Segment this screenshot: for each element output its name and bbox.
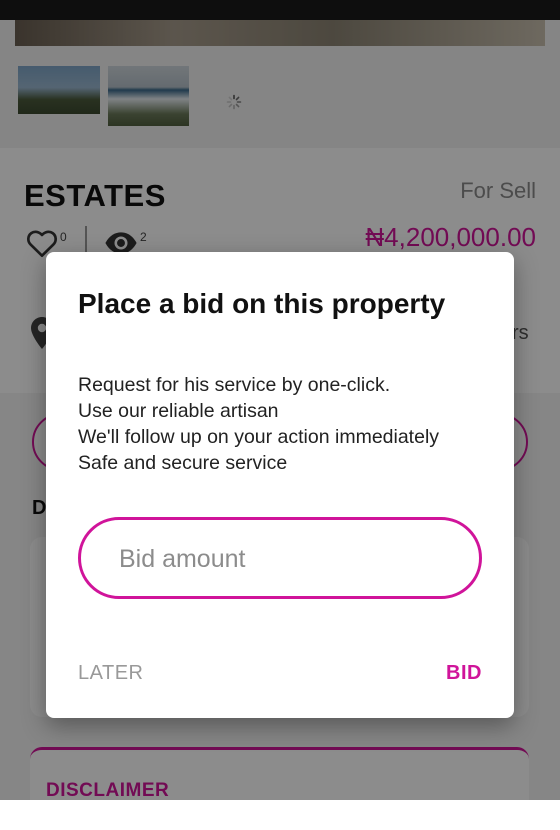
dialog-message: Request for his service by one-click. Us… xyxy=(78,372,439,476)
bid-dialog: Place a bid on this property Request for… xyxy=(46,252,514,718)
dialog-message-line: Request for his service by one-click. xyxy=(78,374,391,396)
dialog-title: Place a bid on this property xyxy=(78,288,446,319)
dialog-message-line: Safe and secure service xyxy=(78,452,288,474)
bid-amount-field[interactable] xyxy=(78,517,482,599)
bid-amount-input[interactable] xyxy=(117,520,451,598)
bid-button[interactable]: BID xyxy=(446,662,482,685)
dialog-message-line: We'll follow up on your action immediate… xyxy=(78,426,440,448)
later-button[interactable]: LATER xyxy=(78,662,143,685)
dialog-message-line: Use our reliable artisan xyxy=(78,400,279,422)
